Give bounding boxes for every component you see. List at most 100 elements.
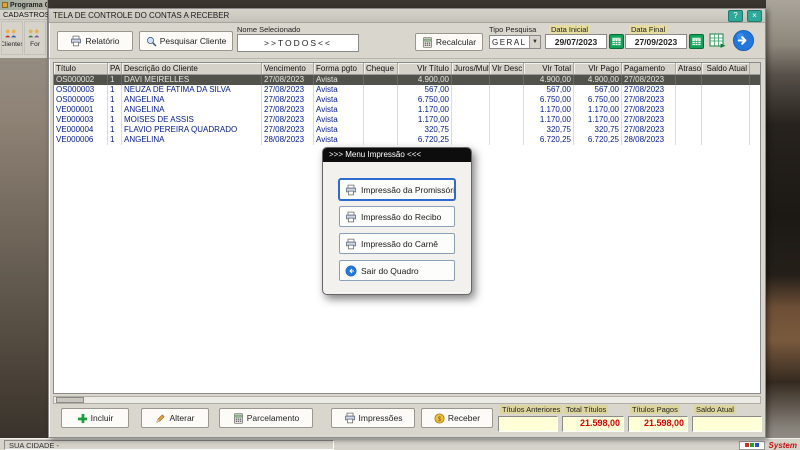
impressao-promissoria-button[interactable]: Impressão da Promissória — [339, 179, 455, 200]
table-row[interactable]: OS0000051ANGELINA27/08/2023Avista6.750,0… — [54, 95, 760, 105]
column-header[interactable]: Saldo Atual — [702, 63, 750, 74]
table-cell: 1.170,00 — [398, 115, 452, 125]
table-cell: 28/08/2023 — [622, 135, 676, 145]
impressao-recibo-button[interactable]: Impressão do Recibo — [339, 206, 455, 227]
table-row[interactable]: VE0000011ANGELINA27/08/2023Avista1.170,0… — [54, 105, 760, 115]
column-header[interactable]: Vencimento — [262, 63, 314, 74]
exit-icon — [345, 265, 357, 277]
window-titlebar: TELA DE CONTROLE DO CONTAS A RECEBER ? × — [49, 9, 765, 23]
table-cell: 320,75 — [574, 125, 622, 135]
refresh-arrow-button[interactable] — [731, 28, 756, 53]
column-header[interactable]: Vlr Pago — [574, 63, 622, 74]
impressoes-button[interactable]: Impressões — [331, 408, 415, 428]
table-cell: 27/08/2023 — [622, 75, 676, 85]
impressao-promissoria-label: Impressão da Promissória — [361, 185, 455, 195]
table-cell — [676, 75, 702, 85]
table-cell — [364, 105, 398, 115]
parcelamento-button[interactable]: Parcelamento — [219, 408, 313, 428]
desktop: Programa C CADASTROS Clientes For SUA CI… — [0, 0, 800, 450]
table-cell — [676, 85, 702, 95]
column-header[interactable]: Forma pgto — [314, 63, 364, 74]
table-cell — [702, 135, 750, 145]
column-header[interactable]: Juros/Multa — [452, 63, 490, 74]
tray-icons[interactable] — [739, 441, 765, 450]
column-header[interactable]: Cheque — [364, 63, 398, 74]
column-header[interactable]: Vlr Desc. — [490, 63, 524, 74]
column-header[interactable]: Título — [54, 63, 108, 74]
table-cell — [490, 135, 524, 145]
table-cell — [452, 75, 490, 85]
horizontal-scrollbar[interactable] — [53, 396, 761, 404]
data-inicial-calendar-button[interactable] — [609, 34, 624, 49]
sair-do-quadro-button[interactable]: Sair do Quadro — [339, 260, 455, 281]
table-row[interactable]: OS0000031NEUZA DE FATIMA DA SILVA27/08/2… — [54, 85, 760, 95]
table-cell — [452, 125, 490, 135]
column-header[interactable]: Pagamento — [622, 63, 676, 74]
recalcular-button[interactable]: Recalcular — [415, 33, 483, 51]
people-icon — [26, 28, 44, 40]
system-tray: System — [739, 439, 797, 450]
data-final-field[interactable]: 27/09/2023 — [625, 34, 687, 49]
table-row[interactable]: VE0000041FLAVIO PEREIRA QUADRADO27/08/20… — [54, 125, 760, 135]
table-cell — [490, 125, 524, 135]
table-cell — [490, 105, 524, 115]
receber-button[interactable]: $ Receber — [421, 408, 493, 428]
toolbar-clientes-label: Clientes — [1, 41, 23, 48]
data-inicial-field[interactable]: 29/07/2023 — [545, 34, 607, 49]
tipo-pesquisa-select[interactable]: GERAL ▼ — [489, 35, 541, 49]
table-cell: Avista — [314, 105, 364, 115]
column-header[interactable]: Vlr Título — [398, 63, 452, 74]
table-cell: VE000003 — [54, 115, 108, 125]
data-final-calendar-button[interactable] — [689, 34, 704, 49]
total-titulos-label: Total Títulos — [564, 405, 608, 414]
desktop-wallpaper-right — [766, 0, 800, 450]
saldo-atual-label: Saldo Atual — [694, 405, 736, 414]
window-footer: Incluir Alterar Parcelamento Impressões — [49, 404, 765, 438]
table-cell: NEUZA DE FATIMA DA SILVA — [122, 85, 262, 95]
table-cell — [452, 105, 490, 115]
pesquisar-cliente-label: Pesquisar Cliente — [160, 36, 227, 46]
table-cell: 6.750,00 — [398, 95, 452, 105]
titulos-pagos-label: Títulos Pagos — [630, 405, 680, 414]
table-cell: 567,00 — [524, 85, 574, 95]
table-cell: VE000004 — [54, 125, 108, 135]
table-cell: OS000003 — [54, 85, 108, 95]
table-cell — [452, 95, 490, 105]
table-cell: Avista — [314, 75, 364, 85]
export-grid-button[interactable] — [708, 31, 727, 50]
column-header[interactable]: PA — [108, 63, 122, 74]
close-button[interactable]: × — [747, 10, 762, 22]
nome-selecionado-field[interactable]: >>TODOS<< — [237, 34, 359, 52]
scrollbar-thumb[interactable] — [56, 397, 84, 403]
grid-header-row: TítuloPADescrição do ClienteVencimentoFo… — [54, 63, 760, 75]
pencil-icon — [155, 413, 166, 424]
column-header[interactable]: Descrição do Cliente — [122, 63, 262, 74]
table-cell — [452, 115, 490, 125]
pesquisar-cliente-button[interactable]: Pesquisar Cliente — [139, 31, 233, 51]
toolbar-fornecedores-button[interactable]: For — [24, 21, 46, 55]
incluir-button[interactable]: Incluir — [61, 408, 129, 428]
column-header[interactable]: Atraso — [676, 63, 702, 74]
table-cell — [490, 115, 524, 125]
table-cell: 567,00 — [574, 85, 622, 95]
impressao-carne-button[interactable]: Impressão do Carnê — [339, 233, 455, 254]
menu-cadastros[interactable]: CADASTROS — [0, 10, 47, 20]
table-cell: OS000002 — [54, 75, 108, 85]
add-icon — [77, 413, 88, 424]
table-row[interactable]: VE0000061ANGELINA28/08/2023Avista6.720,2… — [54, 135, 760, 145]
relatorio-button[interactable]: Relatório — [57, 31, 133, 51]
table-cell: 1.170,00 — [524, 105, 574, 115]
table-cell: 27/08/2023 — [622, 115, 676, 125]
table-row[interactable]: VE0000031MOISES DE ASSIS27/08/2023Avista… — [54, 115, 760, 125]
alterar-button[interactable]: Alterar — [141, 408, 209, 428]
table-row[interactable]: OS0000021DAVI MEIRELLES27/08/2023Avista4… — [54, 75, 760, 85]
dialog-title: >>> Menu Impressão <<< — [323, 148, 471, 162]
table-cell: 1 — [108, 75, 122, 85]
column-header[interactable]: Vlr Total — [524, 63, 574, 74]
printer-icon — [344, 412, 356, 424]
receber-label: Receber — [448, 413, 480, 423]
table-cell — [452, 85, 490, 95]
toolbar-clientes-button[interactable]: Clientes — [1, 21, 23, 55]
printer-icon — [345, 184, 357, 196]
help-button[interactable]: ? — [728, 10, 743, 22]
